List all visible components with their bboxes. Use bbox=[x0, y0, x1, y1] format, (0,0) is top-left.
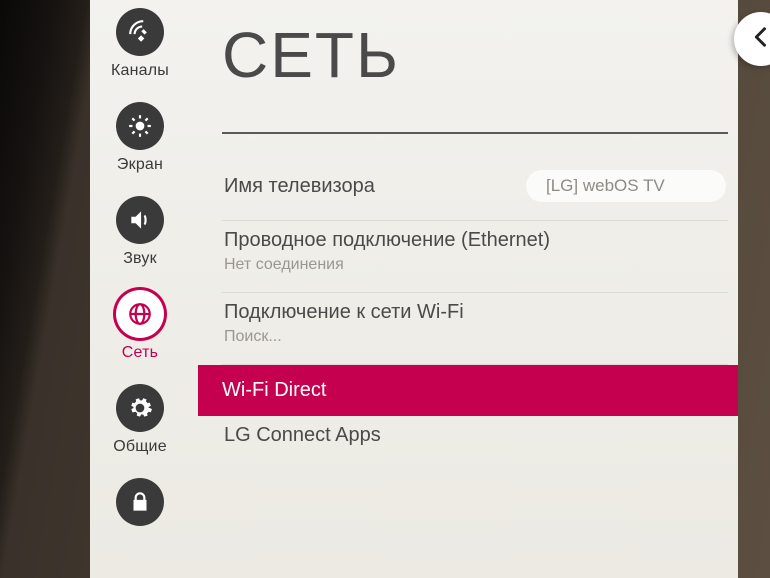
sidebar-label: Каналы bbox=[111, 62, 169, 80]
sidebar-label: Звук bbox=[123, 250, 157, 268]
gear-icon bbox=[116, 384, 164, 432]
sidebar-label: Экран bbox=[117, 156, 163, 174]
tv-screen: Каналы Экран Звук Сеть Общие bbox=[0, 0, 770, 578]
sound-icon bbox=[116, 196, 164, 244]
satellite-icon bbox=[116, 8, 164, 56]
row-label: Подключение к сети Wi-Fi bbox=[224, 299, 726, 326]
sidebar-item-screen[interactable]: Экран bbox=[90, 102, 190, 174]
settings-sidebar: Каналы Экран Звук Сеть Общие bbox=[90, 0, 190, 578]
row-label: Имя телевизора bbox=[224, 173, 516, 200]
row-wifi[interactable]: Подключение к сети Wi-Fi Поиск... bbox=[222, 293, 728, 365]
sidebar-label: Общие bbox=[113, 438, 167, 456]
row-lg-connect[interactable]: LG Connect Apps bbox=[222, 416, 728, 467]
sidebar-item-network[interactable]: Сеть bbox=[90, 290, 190, 362]
title-divider bbox=[222, 132, 728, 134]
globe-icon bbox=[116, 290, 164, 338]
back-button[interactable] bbox=[734, 12, 770, 66]
row-label: Wi-Fi Direct bbox=[222, 377, 728, 404]
row-label: Проводное подключение (Ethernet) bbox=[224, 227, 726, 254]
sidebar-item-general[interactable]: Общие bbox=[90, 384, 190, 456]
tv-name-value[interactable]: [LG] webOS TV bbox=[526, 170, 726, 202]
row-ethernet[interactable]: Проводное подключение (Ethernet) Нет сое… bbox=[222, 221, 728, 293]
brightness-icon bbox=[116, 102, 164, 150]
sidebar-item-sound[interactable]: Звук bbox=[90, 196, 190, 268]
page-title: СЕТЬ bbox=[222, 18, 728, 92]
sidebar-item-channels[interactable]: Каналы bbox=[90, 8, 190, 80]
arrow-left-icon bbox=[747, 23, 770, 56]
row-sublabel: Поиск... bbox=[224, 328, 726, 346]
sidebar-label: Сеть bbox=[122, 344, 158, 362]
sidebar-item-lock[interactable] bbox=[90, 478, 190, 532]
row-sublabel: Нет соединения bbox=[224, 256, 726, 274]
lock-icon bbox=[116, 478, 164, 526]
row-wifi-direct[interactable]: Wi-Fi Direct bbox=[198, 365, 738, 416]
row-label: LG Connect Apps bbox=[224, 422, 726, 449]
row-tv-name[interactable]: Имя телевизора [LG] webOS TV bbox=[222, 164, 728, 221]
settings-main: СЕТЬ Имя телевизора [LG] webOS TV Провод… bbox=[200, 0, 738, 578]
